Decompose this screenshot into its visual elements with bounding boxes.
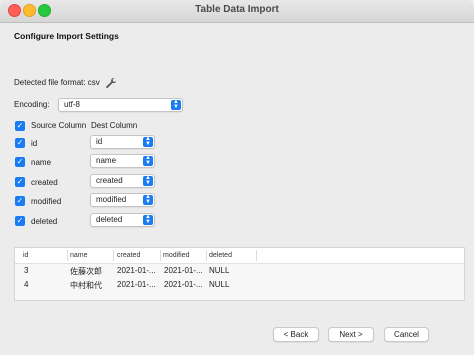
dest-column-select[interactable]: id ▲ ▼ [90, 135, 155, 149]
dest-column-select[interactable]: deleted ▲ ▼ [90, 213, 155, 227]
dest-column-select[interactable]: name ▲ ▼ [90, 154, 155, 168]
dest-column-select[interactable]: created ▲ ▼ [90, 174, 155, 188]
title-bar: Table Data Import [0, 0, 474, 23]
table-cell: 2021-01-... [164, 266, 203, 275]
table-cell: NULL [209, 266, 230, 275]
page-heading: Configure Import Settings [14, 31, 119, 41]
dest-column-select[interactable]: modified ▲ ▼ [90, 193, 155, 207]
chevron-up-down-icon: ▲ ▼ [171, 99, 181, 110]
import-window: Table Data Import Configure Import Setti… [0, 0, 474, 355]
column-divider [256, 250, 257, 261]
chevron-up-down-icon: ▲ ▼ [143, 155, 153, 166]
table-cell: 3 [24, 266, 29, 275]
source-column-label: name [31, 158, 52, 167]
encoding-label: Encoding: [14, 100, 50, 109]
preview-header-cell[interactable]: deleted [209, 252, 232, 259]
chevron-up-down-icon: ▲ ▼ [143, 136, 153, 147]
table-cell: 2021-01-... [117, 266, 156, 275]
row-checkbox-deleted[interactable]: ✓ [15, 216, 25, 226]
dest-column-header: Dest Column [91, 121, 138, 130]
preview-header-cell[interactable]: created [117, 252, 140, 259]
chevron-up-down-icon: ▲ ▼ [143, 214, 153, 225]
table-cell: 中村和代 [70, 281, 102, 290]
source-column-label: created [31, 178, 58, 187]
window-title: Table Data Import [195, 4, 279, 15]
row-checkbox-created[interactable]: ✓ [15, 177, 25, 187]
wrench-icon[interactable] [105, 77, 117, 89]
detected-format-label: Detected file format: csv [14, 78, 100, 87]
column-divider [67, 250, 68, 261]
table-cell: 4 [24, 280, 29, 289]
source-column-header: Source Column [31, 121, 87, 130]
row-checkbox-id[interactable]: ✓ [15, 138, 25, 148]
back-button[interactable]: < Back [273, 327, 319, 342]
chevron-up-down-icon: ▲ ▼ [143, 194, 153, 205]
preview-table[interactable]: id name created modified deleted 3 佐藤次郎 … [14, 247, 465, 301]
dest-column-value: name [96, 156, 117, 165]
table-cell: NULL [209, 280, 230, 289]
source-column-label: modified [31, 197, 62, 206]
next-button[interactable]: Next > [328, 327, 374, 342]
chevron-up-down-icon: ▲ ▼ [143, 175, 153, 186]
row-checkbox-name[interactable]: ✓ [15, 157, 25, 167]
dest-column-value: modified [96, 195, 127, 204]
encoding-select[interactable]: utf-8 ▲ ▼ [58, 98, 183, 112]
column-divider [206, 250, 207, 261]
table-cell: 2021-01-... [164, 280, 203, 289]
dest-column-value: deleted [96, 215, 123, 224]
preview-table-header: id name created modified deleted [15, 248, 464, 264]
source-column-label: deleted [31, 217, 58, 226]
table-cell: 2021-01-... [117, 280, 156, 289]
cancel-button[interactable]: Cancel [384, 327, 429, 342]
preview-header-cell[interactable]: modified [163, 252, 189, 259]
preview-header-cell[interactable]: id [23, 252, 28, 259]
select-all-checkbox[interactable]: ✓ [15, 121, 25, 131]
dest-column-value: id [96, 137, 103, 146]
column-divider [160, 250, 161, 261]
table-cell: 佐藤次郎 [70, 267, 102, 276]
row-checkbox-modified[interactable]: ✓ [15, 196, 25, 206]
column-divider [113, 250, 114, 261]
preview-header-cell[interactable]: name [70, 252, 88, 259]
source-column-label: id [31, 139, 38, 148]
dest-column-value: created [96, 176, 123, 185]
encoding-value: utf-8 [64, 100, 81, 109]
